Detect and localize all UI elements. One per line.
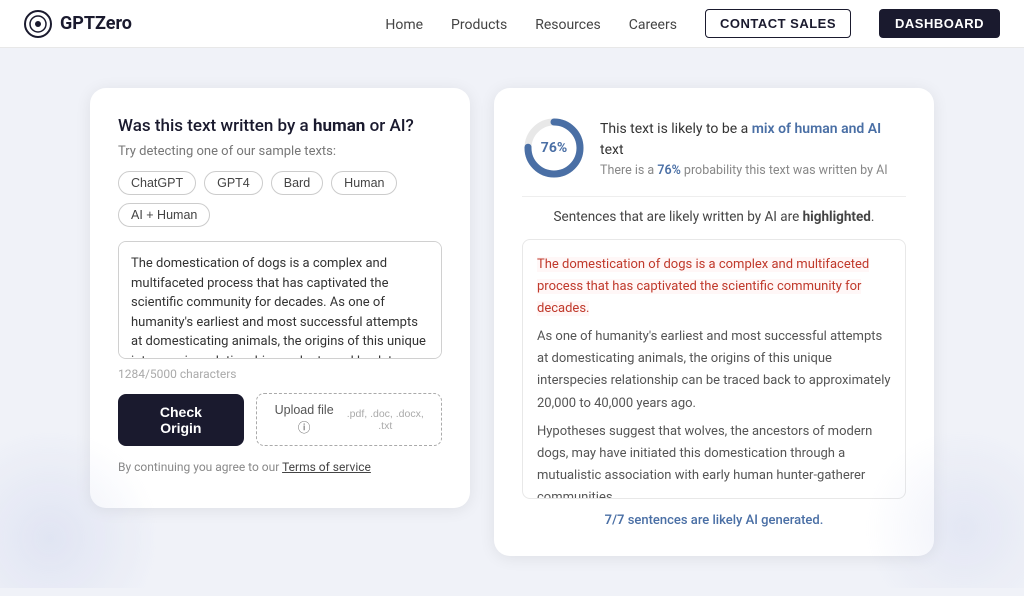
char-count: 1284/5000 characters bbox=[118, 367, 442, 381]
sample-chips: ChatGPT GPT4 Bard Human AI + Human bbox=[118, 171, 442, 227]
footer-count: 7/7 bbox=[605, 513, 625, 528]
main-content: Was this text written by a human or AI? … bbox=[0, 48, 1024, 596]
card-subtitle: Try detecting one of our sample texts: bbox=[118, 144, 442, 159]
sentence: The domestication of dogs is a complex a… bbox=[537, 254, 891, 320]
terms-text: By continuing you agree to our Terms of … bbox=[118, 460, 442, 474]
chip-human[interactable]: Human bbox=[331, 171, 397, 195]
contact-sales-button[interactable]: CONTACT SALES bbox=[705, 9, 851, 38]
nav-resources[interactable]: Resources bbox=[535, 17, 601, 33]
card-actions: Check Origin Upload file ⓘ .pdf, .doc, .… bbox=[118, 393, 442, 446]
nav-careers[interactable]: Careers bbox=[629, 17, 677, 33]
sentence: Hypotheses suggest that wolves, the ance… bbox=[537, 421, 891, 499]
text-input[interactable] bbox=[118, 241, 442, 359]
upload-formats: .pdf, .doc, .docx, .txt bbox=[343, 408, 427, 432]
result-card: 76% This text is likely to be a mix of h… bbox=[494, 88, 934, 556]
footer-text: sentences are likely AI generated. bbox=[624, 513, 823, 528]
result-main-text: This text is likely to be a mix of human… bbox=[600, 119, 906, 161]
title-prefix: Was this text written by a bbox=[118, 116, 313, 136]
chip-ai-human[interactable]: AI + Human bbox=[118, 203, 210, 227]
sentence-label: Sentences that are likely written by AI … bbox=[522, 209, 906, 225]
nav-products[interactable]: Products bbox=[451, 17, 507, 33]
mix-highlight: mix of human and AI bbox=[752, 121, 881, 137]
title-suffix: or AI? bbox=[365, 116, 413, 136]
input-card: Was this text written by a human or AI? … bbox=[90, 88, 470, 508]
upload-label: Upload file ⓘ bbox=[271, 403, 338, 436]
result-header: 76% This text is likely to be a mix of h… bbox=[522, 116, 906, 180]
highlighted-text-block[interactable]: The domestication of dogs is a complex a… bbox=[522, 239, 906, 499]
ai-sentence: The domestication of dogs is a complex a… bbox=[537, 257, 869, 316]
card-title: Was this text written by a human or AI? bbox=[118, 116, 442, 136]
terms-link[interactable]: Terms of service bbox=[282, 460, 371, 474]
result-text-block: This text is likely to be a mix of human… bbox=[600, 119, 906, 178]
title-bold: human bbox=[313, 116, 365, 136]
upload-file-button[interactable]: Upload file ⓘ .pdf, .doc, .docx, .txt bbox=[256, 393, 442, 446]
logo[interactable]: GPTZero bbox=[24, 10, 132, 38]
logo-text: GPTZero bbox=[60, 13, 132, 34]
chip-chatgpt[interactable]: ChatGPT bbox=[118, 171, 196, 195]
navbar: GPTZero Home Products Resources Careers … bbox=[0, 0, 1024, 48]
nav-home[interactable]: Home bbox=[385, 17, 423, 33]
logo-icon bbox=[24, 10, 52, 38]
sentence: As one of humanity's earliest and most s… bbox=[537, 326, 891, 414]
result-sub-text: There is a 76% probability this text was… bbox=[600, 163, 906, 178]
dashboard-button[interactable]: DASHBOARD bbox=[879, 9, 1000, 38]
nav-links: Home Products Resources Careers CONTACT … bbox=[385, 9, 1000, 38]
chip-gpt4[interactable]: GPT4 bbox=[204, 171, 263, 195]
result-footer: 7/7 sentences are likely AI generated. bbox=[522, 513, 906, 528]
check-origin-button[interactable]: Check Origin bbox=[118, 394, 244, 446]
divider bbox=[522, 196, 906, 197]
chip-bard[interactable]: Bard bbox=[271, 171, 323, 195]
pct-highlight: 76% bbox=[657, 163, 681, 178]
donut-label: 76% bbox=[541, 140, 567, 156]
donut-chart: 76% bbox=[522, 116, 586, 180]
highlighted-label: highlighted bbox=[803, 209, 871, 225]
